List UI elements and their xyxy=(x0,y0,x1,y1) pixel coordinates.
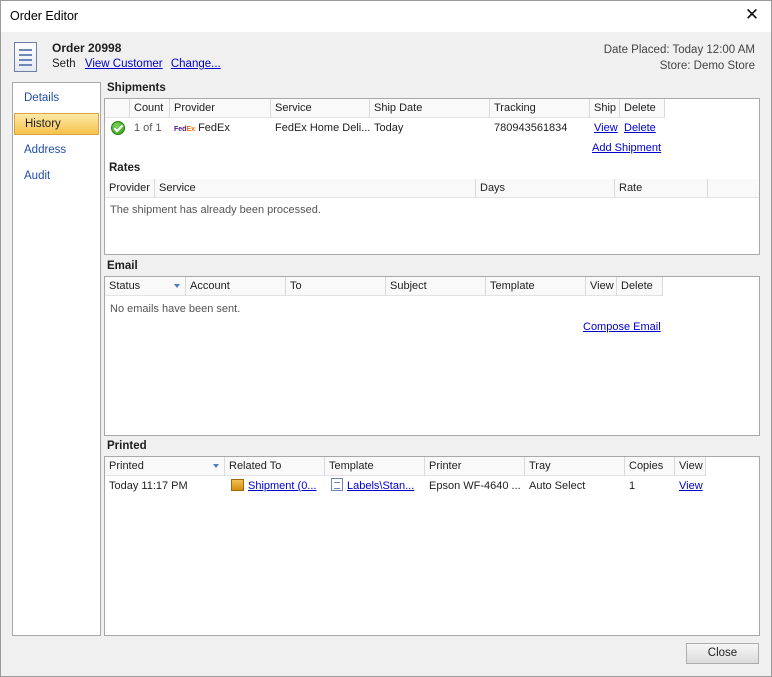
shipment-service: FedEx Home Deli... xyxy=(275,122,370,134)
email-col-status-label: Status xyxy=(109,280,141,292)
printed-related-link[interactable]: Shipment (0... xyxy=(248,480,316,492)
printed-col-related[interactable]: Related To xyxy=(225,457,325,476)
order-meta: Date Placed: Today 12:00 AM Store: Demo … xyxy=(604,42,755,74)
printed-related: Shipment (0... xyxy=(227,477,325,495)
printed-panel: Printed Related To Template Printer Tray… xyxy=(104,456,760,636)
order-customer-line: Seth View Customer Change... xyxy=(52,58,221,70)
col-delete[interactable]: Delete xyxy=(620,99,665,118)
shipment-provider-label: FedEx xyxy=(198,122,230,134)
email-col-subject[interactable]: Subject xyxy=(386,277,486,296)
nav-item-audit[interactable]: Audit xyxy=(24,170,94,182)
rates-grid-header: Provider Service Days Rate xyxy=(105,179,759,198)
col-ship[interactable]: Ship xyxy=(590,99,620,118)
shipments-label: Shipments xyxy=(107,82,166,94)
shipment-view-link[interactable]: View xyxy=(594,122,618,134)
printed-template-link[interactable]: Labels\Stan... xyxy=(347,480,414,492)
window-title: Order Editor xyxy=(10,9,79,23)
shipment-delete-link[interactable]: Delete xyxy=(624,122,656,134)
close-icon[interactable]: ✕ xyxy=(735,1,769,31)
printed-printer: Epson WF-4640 ... xyxy=(429,480,521,492)
col-service[interactable]: Service xyxy=(271,99,370,118)
view-customer-link[interactable]: View Customer xyxy=(85,58,163,70)
email-col-template[interactable]: Template xyxy=(486,277,586,296)
printed-view-link[interactable]: View xyxy=(679,480,703,492)
email-col-account[interactable]: Account xyxy=(186,277,286,296)
compose-email-link[interactable]: Compose Email xyxy=(583,321,661,333)
email-label: Email xyxy=(107,260,138,272)
col-provider[interactable]: Provider xyxy=(170,99,271,118)
printed-time: Today 11:17 PM xyxy=(109,480,188,492)
close-button[interactable]: Close xyxy=(686,643,759,664)
shipment-tracking: 780943561834 xyxy=(494,122,568,134)
change-customer-link[interactable]: Change... xyxy=(171,58,221,70)
rates-col-rate[interactable]: Rate xyxy=(615,179,708,198)
printed-tray: Auto Select xyxy=(529,480,586,492)
email-col-status[interactable]: Status xyxy=(105,277,186,296)
title-bar: Order Editor ✕ xyxy=(1,1,771,32)
printed-col-copies[interactable]: Copies xyxy=(625,457,675,476)
shipments-panel: Count Provider Service Ship Date Trackin… xyxy=(104,98,760,255)
email-col-view[interactable]: View xyxy=(586,277,617,296)
check-icon xyxy=(111,121,125,135)
shipment-provider: FedEx FedEx xyxy=(170,119,271,137)
nav-item-details[interactable]: Details xyxy=(24,92,94,104)
shipment-ship-date: Today xyxy=(374,122,404,134)
printed-copies: 1 xyxy=(629,480,636,492)
printed-col-printer[interactable]: Printer xyxy=(425,457,525,476)
col-tracking[interactable]: Tracking xyxy=(490,99,590,118)
email-grid-header: Status Account To Subject Template View … xyxy=(105,277,663,296)
col-ship-date[interactable]: Ship Date xyxy=(370,99,490,118)
rates-col-days[interactable]: Days xyxy=(476,179,615,198)
email-col-to[interactable]: To xyxy=(286,277,386,296)
printed-template: Labels\Stan... xyxy=(327,477,425,495)
col-count[interactable]: Count xyxy=(130,99,170,118)
printed-grid-header: Printed Related To Template Printer Tray… xyxy=(105,457,706,476)
sort-arrow-icon xyxy=(174,284,180,288)
shipments-grid-header: Count Provider Service Ship Date Trackin… xyxy=(105,99,665,118)
box-icon xyxy=(231,479,244,491)
col-status[interactable] xyxy=(105,99,130,118)
order-icon xyxy=(14,42,37,72)
add-shipment-link[interactable]: Add Shipment xyxy=(592,142,661,154)
email-panel: Status Account To Subject Template View … xyxy=(104,276,760,436)
nav-item-address[interactable]: Address xyxy=(24,144,94,156)
rates-col-service[interactable]: Service xyxy=(155,179,476,198)
printed-label: Printed xyxy=(107,440,147,452)
email-empty-message: No emails have been sent. xyxy=(110,303,241,315)
rates-col-provider[interactable]: Provider xyxy=(105,179,155,198)
fedex-logo: FedEx xyxy=(174,126,196,133)
shipment-count: 1 of 1 xyxy=(134,122,162,134)
rates-label: Rates xyxy=(109,162,141,174)
date-placed: Date Placed: Today 12:00 AM xyxy=(603,44,755,56)
email-col-delete[interactable]: Delete xyxy=(617,277,663,296)
printed-col-tray[interactable]: Tray xyxy=(525,457,625,476)
printed-col-view[interactable]: View xyxy=(675,457,706,476)
customer-name: Seth xyxy=(52,58,76,70)
nav-item-history[interactable]: History xyxy=(14,113,99,135)
rates-empty-message: The shipment has already been processed. xyxy=(110,204,321,216)
printed-col-template[interactable]: Template xyxy=(325,457,425,476)
printed-col-printed[interactable]: Printed xyxy=(105,457,225,476)
order-editor-window: Order Editor ✕ Order 20998 Seth View Cus… xyxy=(0,0,772,677)
sort-arrow-icon xyxy=(213,464,219,468)
printed-col-printed-label: Printed xyxy=(109,460,144,472)
store-name: Store: Demo Store xyxy=(659,60,755,72)
section-nav: Details History Address Audit xyxy=(12,82,101,636)
template-icon xyxy=(331,478,343,491)
order-title: Order 20998 xyxy=(52,41,122,55)
